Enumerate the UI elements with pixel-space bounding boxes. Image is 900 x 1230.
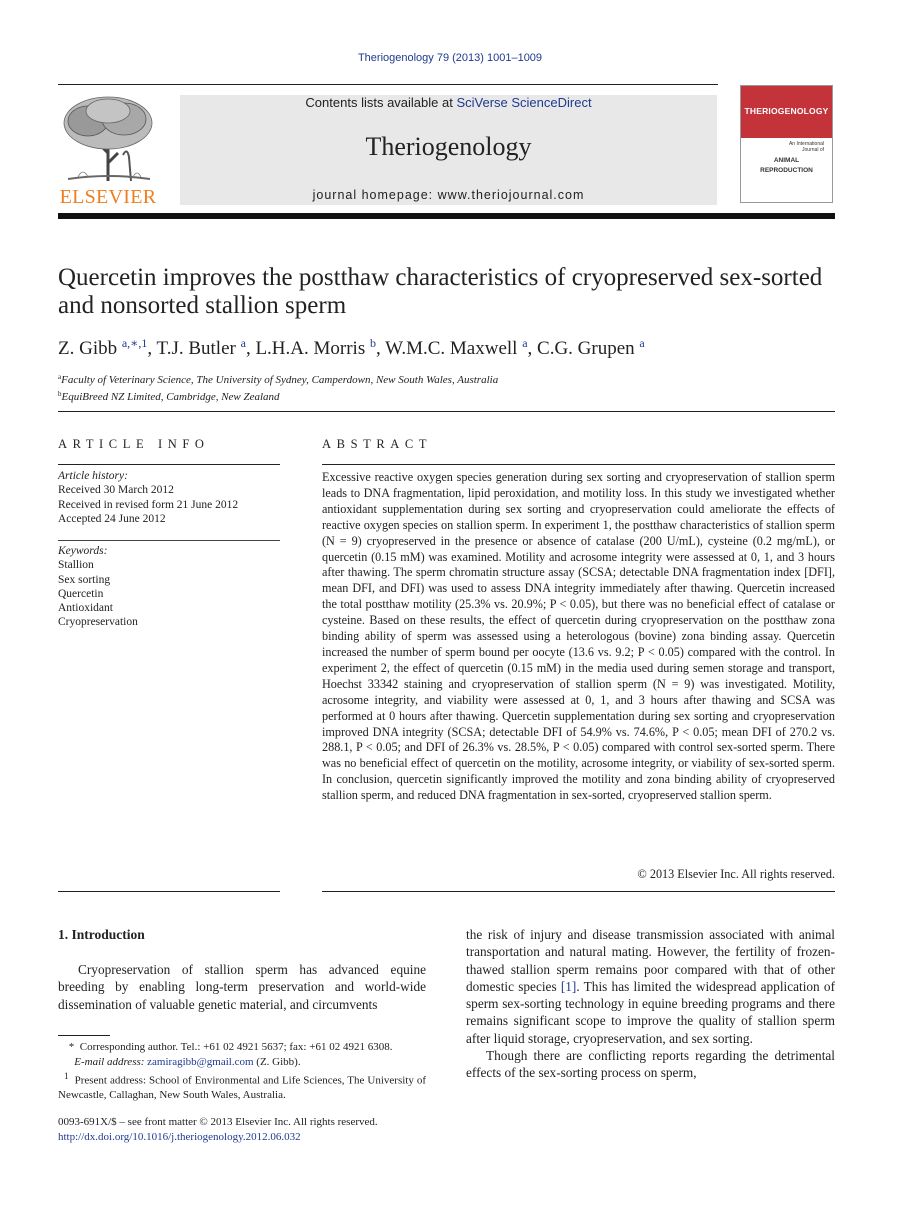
history-item: Received in revised form 21 June 2012 [58, 498, 239, 511]
author[interactable]: W.M.C. Maxwell a [385, 336, 527, 359]
history-label: Article history: [58, 470, 128, 482]
journal-banner: Contents lists available at SciVerse Sci… [180, 95, 717, 205]
author-name: Z. Gibb [58, 338, 118, 359]
history-item: Accepted 24 June 2012 [58, 512, 166, 525]
intro-paragraph: the risk of injury and disease transmiss… [466, 926, 835, 1047]
footnote-text: Present address: School of Environmental… [58, 1074, 427, 1102]
header-divider [58, 213, 835, 219]
cover-line2: REPRODUCTION [760, 167, 813, 174]
issn-line: 0093-691X/$ – see front matter © 2013 El… [58, 1116, 378, 1128]
keyword: Cryopreservation [58, 616, 138, 629]
author-affiliation-mark[interactable]: a [241, 336, 246, 350]
footnote-present-address: 1 Present address: School of Environment… [58, 1069, 426, 1103]
keyword: Quercetin [58, 587, 104, 600]
article-title: Quercetin improves the postthaw characte… [58, 264, 823, 319]
email-label: E-mail address: [74, 1055, 148, 1068]
author[interactable]: T.J. Butler a [156, 336, 246, 359]
author-name: T.J. Butler [156, 338, 236, 359]
author-affiliation-mark[interactable]: a [639, 336, 644, 350]
affiliation: bEquiBreed NZ Limited, Cambridge, New Ze… [58, 387, 838, 404]
intro-paragraph: Cryopreservation of stallion sperm has a… [58, 962, 426, 1012]
keywords-label: Keywords: [58, 545, 108, 557]
abstract-copyright: © 2013 Elsevier Inc. All rights reserved… [637, 867, 835, 881]
email-link[interactable]: zamiragibb@gmail.com [147, 1056, 253, 1068]
affiliation-text: EquiBreed NZ Limited, Cambridge, New Zea… [61, 391, 280, 403]
author-affiliation-mark[interactable]: a [522, 336, 527, 350]
abstract-text: Excessive reactive oxygen species genera… [322, 470, 835, 803]
divider [58, 464, 280, 465]
footnotes: * Corresponding author. Tel.: +61 02 492… [58, 1040, 426, 1103]
divider [58, 891, 280, 892]
author-name: L.H.A. Morris [255, 338, 366, 359]
article-history: Article history: Received 30 March 2012 … [58, 469, 280, 526]
divider [58, 540, 280, 541]
elsevier-tree-icon [63, 96, 153, 182]
citation-link[interactable]: [1] [561, 979, 577, 994]
running-head[interactable]: Theriogenology 79 (2013) 1001–1009 [0, 52, 900, 64]
keyword: Antioxidant [58, 602, 113, 615]
keywords: Keywords: Stallion Sex sorting Quercetin… [58, 544, 280, 630]
article-info-heading: ARTICLE INFO [58, 437, 210, 451]
homepage-prefix: journal homepage: [312, 188, 438, 202]
elsevier-logo[interactable]: ELSEVIER [58, 93, 158, 211]
abstract-heading: ABSTRACT [322, 437, 433, 451]
cover-title: THERIOGENOLOGY [744, 106, 829, 116]
section-heading-introduction: 1. Introduction [58, 927, 145, 942]
sciencedirect-link[interactable]: SciVerse ScienceDirect [456, 95, 591, 110]
author[interactable]: C.G. Grupen a [537, 336, 645, 359]
contents-line: Contents lists available at SciVerse Sci… [180, 95, 717, 110]
affiliations: aFaculty of Veterinary Science, The Univ… [58, 370, 838, 404]
title-divider [58, 411, 835, 412]
doi-link[interactable]: http://dx.doi.org/10.1016/j.theriogenolo… [58, 1130, 438, 1145]
footnote-text: Corresponding author. Tel.: +61 02 4921 … [79, 1041, 393, 1053]
homepage-line: journal homepage: www.theriojournal.com [180, 188, 717, 202]
divider [322, 891, 835, 892]
top-rule [58, 84, 718, 85]
journal-cover-thumbnail[interactable]: THERIOGENOLOGY An International Journal … [740, 85, 833, 203]
homepage-link[interactable]: www.theriojournal.com [438, 188, 585, 202]
author[interactable]: L.H.A. Morris b [255, 336, 376, 359]
author[interactable]: Z. Gibb a,∗,1 [58, 336, 147, 359]
cover-line1: ANIMAL [773, 157, 800, 164]
front-matter: 0093-691X/$ – see front matter © 2013 El… [58, 1115, 438, 1145]
footnote-mark: * [68, 1041, 75, 1053]
cover-subtitle: An International Journal of [788, 141, 824, 153]
intro-column-2: the risk of injury and disease transmiss… [466, 926, 835, 1082]
footnote-divider [58, 1035, 110, 1036]
author-affiliation-mark[interactable]: a,∗,1 [122, 336, 147, 350]
cover-tagline: ANIMAL REPRODUCTION [741, 156, 832, 176]
journal-name: Theriogenology [365, 132, 532, 161]
divider [322, 464, 835, 465]
affiliation-text: Faculty of Veterinary Science, The Unive… [61, 374, 499, 386]
contents-prefix: Contents lists available at [305, 95, 457, 110]
keyword: Sex sorting [58, 573, 111, 586]
author-affiliation-mark[interactable]: b [370, 336, 376, 350]
author-name: W.M.C. Maxwell [385, 338, 518, 359]
history-item: Received 30 March 2012 [58, 484, 174, 497]
author-list: Z. Gibb a,∗,1, T.J. Butler a, L.H.A. Mor… [58, 336, 645, 359]
affiliation: aFaculty of Veterinary Science, The Univ… [58, 370, 838, 387]
email-suffix: (Z. Gibb). [253, 1055, 301, 1068]
footnote-corresponding: * Corresponding author. Tel.: +61 02 492… [58, 1040, 426, 1055]
footnote-email: E-mail address: zamiragibb@gmail.com (Z.… [58, 1055, 426, 1070]
keyword: Stallion [58, 559, 94, 572]
elsevier-wordmark: ELSEVIER [59, 186, 157, 208]
footnote-mark: 1 [64, 1071, 69, 1081]
intro-paragraph: Though there are conflicting reports reg… [466, 1048, 835, 1081]
author-name: C.G. Grupen [537, 338, 635, 359]
